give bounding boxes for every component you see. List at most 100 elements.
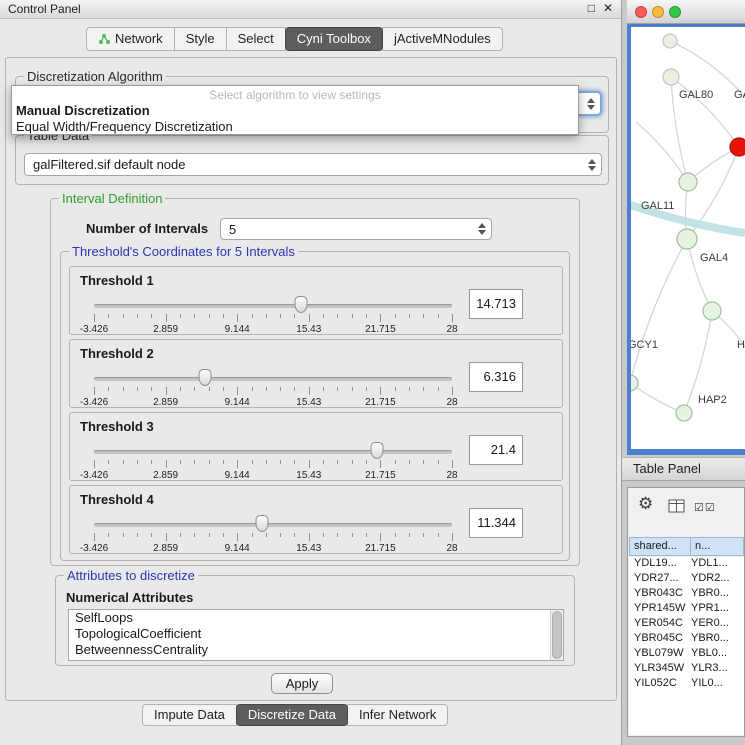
slider-thumb[interactable] bbox=[199, 369, 212, 386]
network-node[interactable] bbox=[676, 405, 692, 421]
attribute-list-item[interactable]: SelfLoops bbox=[69, 610, 563, 626]
dropdown-placeholder-item[interactable]: Select algorithm to view settings bbox=[12, 87, 578, 103]
slider-thumb[interactable] bbox=[370, 442, 383, 459]
gear-icon[interactable]: ⚙ bbox=[638, 494, 653, 514]
tab-network[interactable]: Network bbox=[86, 27, 175, 51]
table-row[interactable]: YDR27...YDR2... bbox=[629, 572, 744, 587]
zoom-traffic-light[interactable] bbox=[669, 6, 681, 18]
threshold-slider[interactable]: -3.4262.8599.14415.4321.71528 bbox=[88, 364, 464, 408]
tab-cyni-toolbox[interactable]: Cyni Toolbox bbox=[285, 27, 383, 51]
network-node[interactable] bbox=[679, 173, 697, 191]
tick-mark bbox=[137, 314, 138, 318]
slider-track[interactable] bbox=[94, 377, 452, 381]
tick-mark bbox=[438, 314, 439, 318]
table-row[interactable]: YPR145WYPR1... bbox=[629, 602, 744, 617]
slider-thumb[interactable] bbox=[256, 515, 269, 532]
table-row[interactable]: YBR043CYBR0... bbox=[629, 587, 744, 602]
threshold-panel-4: Threshold 4 -3.4262.8599.14415.4321.7152… bbox=[69, 485, 563, 554]
slider-track[interactable] bbox=[94, 304, 452, 308]
top-tab-bar: Network Style Select Cyni Toolbox jActiv… bbox=[86, 27, 503, 51]
bottom-tab-bar: Impute Data Discretize Data Infer Networ… bbox=[142, 704, 448, 726]
tick-mark bbox=[366, 314, 367, 318]
node-label: GAL11 bbox=[641, 200, 674, 212]
tick-mark bbox=[294, 314, 295, 318]
network-node[interactable] bbox=[730, 138, 745, 156]
table-row[interactable]: YIL052CYIL0... bbox=[629, 677, 744, 692]
column-header-shared-name[interactable]: shared... bbox=[629, 537, 691, 556]
tick-mark bbox=[452, 533, 453, 541]
network-edge[interactable] bbox=[631, 239, 687, 383]
attribute-list-item[interactable]: TopologicalCoefficient bbox=[69, 626, 563, 642]
tab-infer-network[interactable]: Infer Network bbox=[347, 704, 448, 726]
tick-mark bbox=[323, 387, 324, 391]
tab-style[interactable]: Style bbox=[174, 27, 227, 51]
threshold-value-field[interactable]: 21.4 bbox=[469, 435, 523, 465]
tick-mark bbox=[194, 314, 195, 318]
control-panel-titlebar: Control Panel □ ✕ bbox=[0, 0, 621, 19]
threshold-slider[interactable]: -3.4262.8599.14415.4321.71528 bbox=[88, 291, 464, 335]
table-row[interactable]: YBR045CYBR0... bbox=[629, 632, 744, 647]
tick-mark bbox=[166, 387, 167, 395]
network-node[interactable] bbox=[703, 302, 721, 320]
table-row[interactable]: YER054CYER0... bbox=[629, 617, 744, 632]
tick-mark bbox=[409, 314, 410, 318]
threshold-value-field[interactable]: 11.344 bbox=[469, 508, 523, 538]
threshold-slider[interactable]: -3.4262.8599.14415.4321.71528 bbox=[88, 437, 464, 481]
tab-select[interactable]: Select bbox=[226, 27, 286, 51]
tick-mark bbox=[409, 460, 410, 464]
table-row[interactable]: YDL19...YDL1... bbox=[629, 557, 744, 572]
tick-mark bbox=[280, 387, 281, 391]
tab-impute-data[interactable]: Impute Data bbox=[142, 704, 237, 726]
numerical-attributes-list[interactable]: SelfLoopsTopologicalCoefficientBetweenne… bbox=[68, 609, 564, 661]
apply-button[interactable]: Apply bbox=[271, 673, 333, 694]
slider-track[interactable] bbox=[94, 450, 452, 454]
network-edge[interactable] bbox=[631, 383, 684, 413]
column-header-name[interactable]: n... bbox=[690, 537, 744, 556]
minimize-traffic-light[interactable] bbox=[652, 6, 664, 18]
threshold-value-field[interactable]: 14.713 bbox=[469, 289, 523, 319]
network-edge[interactable] bbox=[687, 239, 712, 311]
network-edge[interactable] bbox=[671, 77, 739, 147]
tick-mark bbox=[237, 533, 238, 541]
slider-track[interactable] bbox=[94, 523, 452, 527]
table-data-combobox[interactable]: galFiltered.sif default node bbox=[24, 153, 602, 176]
tick-mark bbox=[438, 387, 439, 391]
tick-mark bbox=[438, 460, 439, 464]
table-row[interactable]: YBL079WYBL0... bbox=[629, 647, 744, 662]
checkbox-icons[interactable]: ☑☑ bbox=[694, 501, 716, 514]
tick-mark bbox=[280, 533, 281, 537]
tick-mark bbox=[380, 460, 381, 468]
group-title: Interval Definition bbox=[59, 191, 165, 206]
tab-discretize-data[interactable]: Discretize Data bbox=[236, 704, 348, 726]
columns-icon[interactable] bbox=[668, 499, 685, 513]
table-row[interactable]: YLR345WYLR3... bbox=[629, 662, 744, 677]
threshold-slider[interactable]: -3.4262.8599.14415.4321.71528 bbox=[88, 510, 464, 554]
tab-jactivemnodules[interactable]: jActiveMNodules bbox=[382, 27, 503, 51]
slider-thumb[interactable] bbox=[294, 296, 307, 313]
tick-mark bbox=[209, 387, 210, 391]
dropdown-item-manual-discretization[interactable]: Manual Discretization bbox=[12, 103, 578, 119]
scale-label: 9.144 bbox=[225, 543, 250, 554]
network-node[interactable] bbox=[663, 69, 679, 85]
thresholds-group: Threshold's Coordinates for 5 Intervals … bbox=[60, 251, 570, 561]
number-of-intervals-combobox[interactable]: 5 bbox=[220, 218, 492, 240]
tick-mark bbox=[123, 387, 124, 391]
network-node[interactable] bbox=[677, 229, 697, 249]
tick-mark bbox=[452, 314, 453, 322]
network-node[interactable] bbox=[663, 34, 677, 48]
attribute-list-item[interactable]: BetweennessCentrality bbox=[69, 642, 563, 658]
close-traffic-light[interactable] bbox=[635, 6, 647, 18]
network-canvas[interactable]: GAL80GAGAL11GAL4GCY1HHAP2 bbox=[631, 27, 745, 449]
table-panel-titlebar: Table Panel bbox=[622, 457, 745, 481]
tick-mark bbox=[266, 314, 267, 318]
tick-mark bbox=[223, 314, 224, 318]
threshold-label: Threshold 1 bbox=[80, 273, 154, 288]
scrollbar-thumb[interactable] bbox=[552, 611, 562, 659]
float-window-icon[interactable]: □ bbox=[588, 1, 595, 15]
close-icon[interactable]: ✕ bbox=[603, 1, 613, 15]
threshold-value-field[interactable]: 6.316 bbox=[469, 362, 523, 392]
scrollbar[interactable] bbox=[550, 610, 563, 660]
dropdown-item-equal-width[interactable]: Equal Width/Frequency Discretization bbox=[12, 119, 578, 135]
threshold-label: Threshold 2 bbox=[80, 346, 154, 361]
scale-label: 28 bbox=[446, 324, 457, 335]
